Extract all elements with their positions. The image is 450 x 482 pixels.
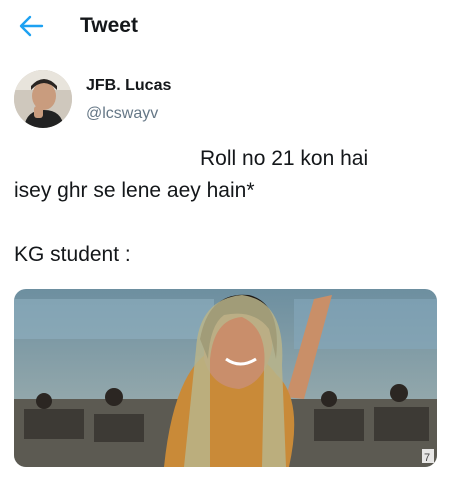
page-title: Tweet (80, 14, 138, 37)
tweet-text-line: Roll no 21 kon hai (200, 147, 369, 170)
top-bar: Tweet (0, 0, 450, 52)
tweet-body: Roll no 21 kon hai isey ghr se lene aey … (14, 143, 439, 271)
image-corner-badge: 7 (424, 452, 430, 464)
tweet-image[interactable]: 7 (14, 289, 437, 467)
tweet-text-line: KG student : (14, 243, 131, 266)
display-name[interactable]: JFB. Lucas (86, 77, 171, 95)
avatar[interactable] (14, 70, 72, 128)
arrow-left-icon[interactable] (18, 14, 44, 38)
tweet-author: JFB. Lucas @lcswayv (14, 70, 434, 132)
user-handle[interactable]: @lcswayv (86, 105, 158, 123)
tweet-text-line: isey ghr se lene aey hain* (14, 179, 255, 202)
